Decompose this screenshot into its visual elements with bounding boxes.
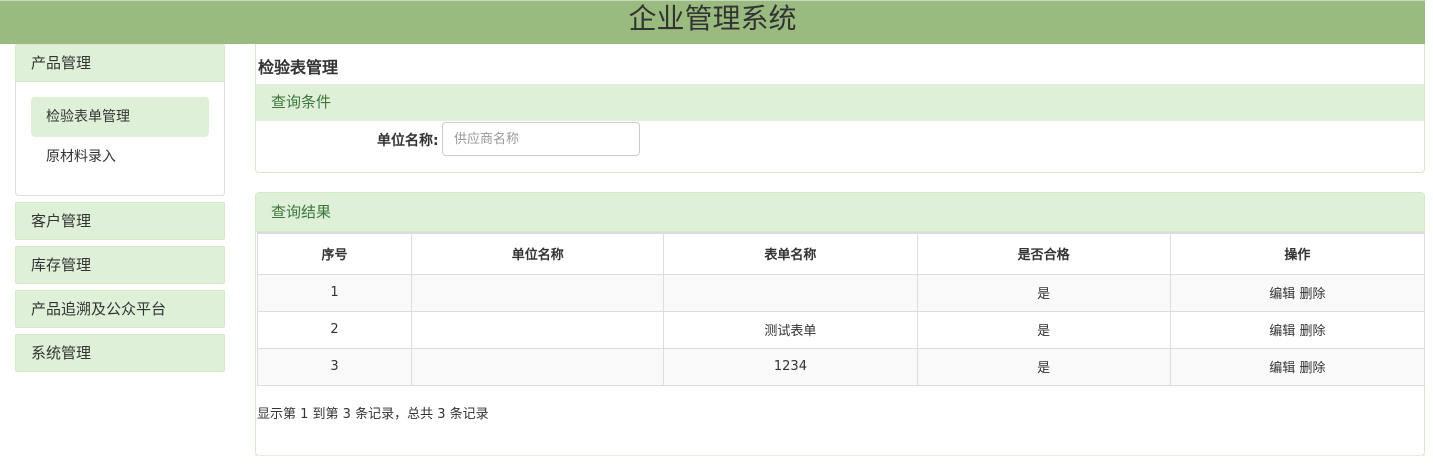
edit-link[interactable]: 编辑 (1269, 287, 1295, 302)
delete-link[interactable]: 删除 (1299, 324, 1325, 339)
pagination-summary: 显示第 1 到第 3 条记录，总共 3 条记录 (257, 407, 489, 422)
cell-unit-name (411, 310, 665, 349)
query-panel-heading: 查询条件 (256, 84, 1424, 121)
result-table: 序号 单位名称 表单名称 是否合格 操作 1 是 编辑 删除 2 测试表单 是 … (256, 232, 1426, 386)
divider (255, 455, 1425, 456)
cell-actions: 编辑 删除 (1169, 347, 1426, 386)
sidebar-item-inspection-forms[interactable]: 检验表单管理 (31, 97, 209, 137)
cell-form-name: 1234 (663, 347, 918, 386)
table-row: 1 是 编辑 删除 (256, 273, 1426, 312)
sidebar-group-system[interactable]: 系统管理 (15, 334, 225, 372)
result-panel: 查询结果 序号 单位名称 表单名称 是否合格 操作 1 是 编辑 删除 2 测试… (255, 192, 1426, 456)
column-header-qualified[interactable]: 是否合格 (916, 232, 1171, 275)
cell-qualified: 是 (916, 310, 1171, 349)
column-header-no[interactable]: 序号 (256, 232, 413, 275)
unit-name-label: 单位名称: (377, 133, 439, 149)
table-header-row: 序号 单位名称 表单名称 是否合格 操作 (256, 232, 1426, 275)
supplier-name-input[interactable] (442, 122, 640, 156)
cell-no: 3 (256, 347, 413, 386)
cell-form-name (663, 273, 918, 312)
cell-actions: 编辑 删除 (1169, 310, 1426, 349)
column-header-unit-name[interactable]: 单位名称 (411, 232, 665, 275)
result-panel-heading: 查询结果 (256, 193, 1424, 232)
query-panel: 检验表管理 查询条件 单位名称: (255, 44, 1425, 173)
sidebar-group-product[interactable]: 产品管理 (15, 44, 225, 82)
cell-form-name: 测试表单 (663, 310, 918, 349)
column-header-form-name[interactable]: 表单名称 (663, 232, 918, 275)
cell-no: 2 (256, 310, 413, 349)
cell-qualified: 是 (916, 347, 1171, 386)
main-content: 检验表管理 查询条件 单位名称: 查询结果 序号 单位名称 表单名称 是否合格 … (255, 44, 1426, 456)
table-row: 3 1234 是 编辑 删除 (256, 347, 1426, 386)
edit-link[interactable]: 编辑 (1269, 324, 1295, 339)
query-row: 单位名称: (256, 122, 1424, 156)
cell-qualified: 是 (916, 273, 1171, 312)
delete-link[interactable]: 删除 (1299, 287, 1325, 302)
table-row: 2 测试表单 是 编辑 删除 (256, 310, 1426, 349)
sidebar-group-customer[interactable]: 客户管理 (15, 202, 225, 240)
edit-link[interactable]: 编辑 (1269, 361, 1295, 376)
sidebar-group-traceability[interactable]: 产品追溯及公众平台 (15, 290, 225, 328)
sidebar-item-raw-material-entry[interactable]: 原材料录入 (31, 137, 209, 177)
column-header-actions: 操作 (1169, 232, 1426, 275)
cell-actions: 编辑 删除 (1169, 273, 1426, 312)
sidebar-group-product-body: 检验表单管理 原材料录入 (15, 82, 225, 196)
cell-unit-name (411, 273, 665, 312)
sidebar-group-inventory[interactable]: 库存管理 (15, 246, 225, 284)
app-title: 企业管理系统 (628, 2, 797, 35)
cell-unit-name (411, 347, 665, 386)
app-header: 企业管理系统 (0, 0, 1425, 44)
page-title: 检验表管理 (258, 58, 339, 77)
delete-link[interactable]: 删除 (1299, 361, 1325, 376)
cell-no: 1 (256, 273, 413, 312)
sidebar: 产品管理 检验表单管理 原材料录入 客户管理 库存管理 产品追溯及公众平台 系统… (15, 44, 225, 378)
